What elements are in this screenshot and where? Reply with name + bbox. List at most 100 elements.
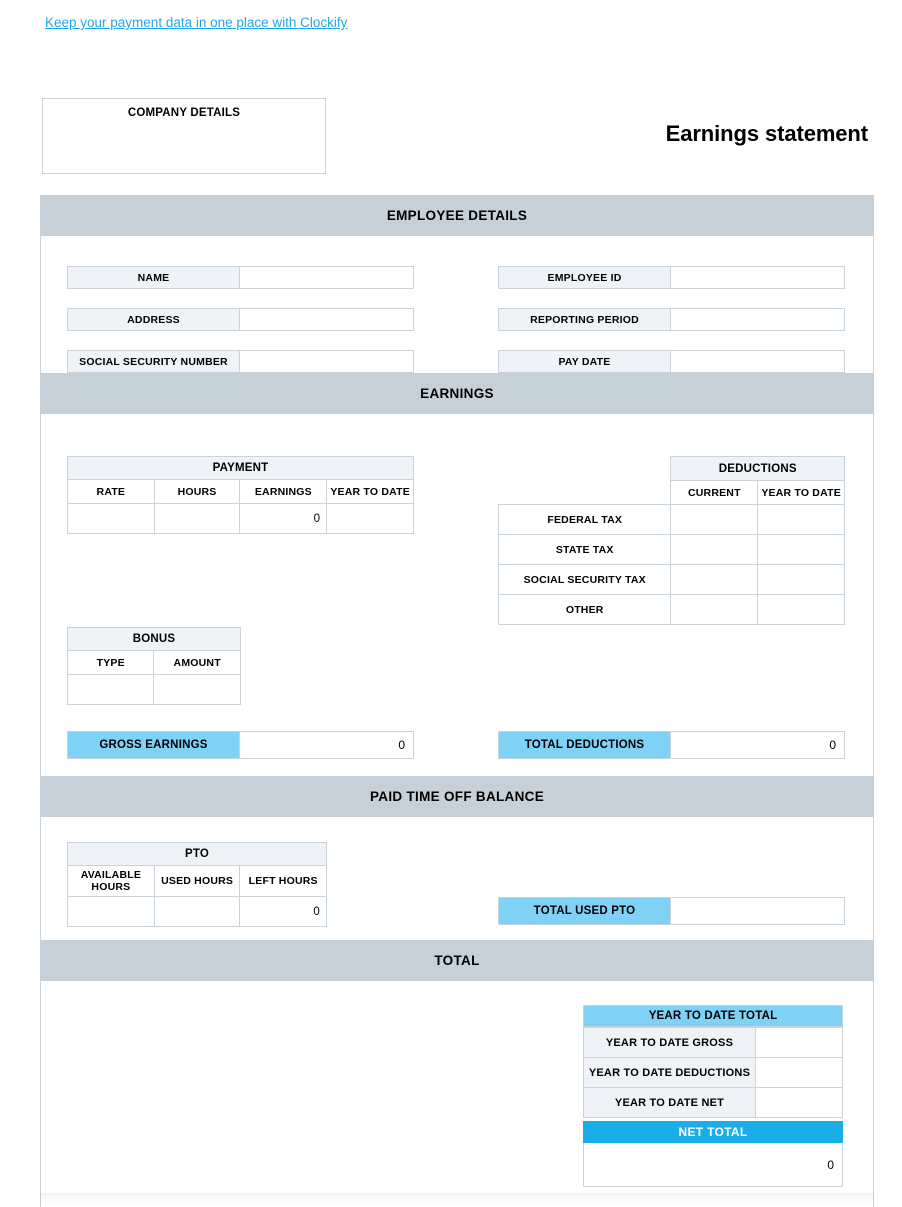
- total-used-pto-value[interactable]: [671, 897, 845, 925]
- page-title: Earnings statement: [665, 121, 868, 146]
- pto-table: PTO AVAILABLE HOURS USED HOURS LEFT HOUR…: [67, 842, 327, 927]
- gross-earnings-value[interactable]: 0: [240, 731, 414, 759]
- employee-details-body: NAME ADDRESS SOCIAL SECURITY NUMBER EMPL…: [40, 236, 874, 373]
- table-row[interactable]: 0: [67, 503, 414, 534]
- deductions-table-caption: DEDUCTIONS: [670, 456, 845, 481]
- field-employee-id-value[interactable]: [671, 266, 845, 289]
- pto-body: PTO AVAILABLE HOURS USED HOURS LEFT HOUR…: [40, 817, 874, 940]
- field-address-label: ADDRESS: [67, 308, 240, 331]
- bonus-cell-type[interactable]: [66, 674, 155, 705]
- deductions-cell-social-security-tax-ytd[interactable]: [757, 564, 845, 595]
- total-used-pto-label: TOTAL USED PTO: [498, 897, 671, 925]
- field-name-value[interactable]: [240, 266, 414, 289]
- deductions-cell-other-ytd[interactable]: [757, 594, 845, 625]
- table-row[interactable]: YEAR TO DATE DEDUCTIONS: [583, 1057, 843, 1088]
- ytd-label-gross: YEAR TO DATE GROSS: [583, 1027, 756, 1058]
- deductions-cell-federal-tax-ytd[interactable]: [757, 504, 845, 535]
- document-header: COMPANY DETAILS Earnings statement: [40, 94, 874, 195]
- pto-table-caption: PTO: [67, 842, 327, 866]
- table-row[interactable]: OTHER: [497, 594, 845, 625]
- field-pay-date[interactable]: PAY DATE: [498, 350, 845, 373]
- field-pay-date-label: PAY DATE: [498, 350, 671, 373]
- document-bottom-shadow: [40, 1193, 874, 1203]
- deductions-caption-spacer: [499, 457, 671, 481]
- payment-cell-year-to-date[interactable]: [326, 503, 414, 534]
- clockify-promo-link[interactable]: Keep your payment data in one place with…: [45, 15, 347, 30]
- ytd-value-gross[interactable]: [755, 1027, 843, 1058]
- deductions-table: DEDUCTIONS CURRENT YEAR TO DATE FEDERAL …: [497, 456, 845, 625]
- gross-earnings-label: GROSS EARNINGS: [67, 731, 240, 759]
- field-name-label: NAME: [67, 266, 240, 289]
- pto-table-header-row: AVAILABLE HOURS USED HOURS LEFT HOURS: [67, 865, 327, 897]
- year-to-date-total-table: YEAR TO DATE GROSS YEAR TO DATE DEDUCTIO…: [583, 1027, 843, 1118]
- net-total-header: NET TOTAL: [583, 1121, 843, 1143]
- field-pay-date-value[interactable]: [671, 350, 845, 373]
- field-ssn-value[interactable]: [240, 350, 414, 373]
- total-deductions-row[interactable]: TOTAL DEDUCTIONS 0: [498, 731, 845, 759]
- table-row[interactable]: FEDERAL TAX: [497, 504, 845, 535]
- pto-col-available-hours: AVAILABLE HOURS: [67, 865, 155, 897]
- table-row[interactable]: SOCIAL SECURITY TAX: [497, 564, 845, 595]
- total-deductions-value[interactable]: 0: [671, 731, 845, 759]
- deductions-row-label-other: OTHER: [497, 594, 672, 625]
- deductions-cell-social-security-tax-current[interactable]: [670, 564, 759, 595]
- field-address-value[interactable]: [240, 308, 414, 331]
- year-to-date-total-block: YEAR TO DATE TOTAL YEAR TO DATE GROSS YE…: [583, 1005, 843, 1118]
- payment-table-caption: PAYMENT: [67, 456, 414, 480]
- deductions-cell-state-tax-ytd[interactable]: [757, 534, 845, 565]
- payment-table: PAYMENT RATE HOURS EARNINGS YEAR TO DATE…: [67, 456, 414, 534]
- earnings-body: PAYMENT RATE HOURS EARNINGS YEAR TO DATE…: [40, 414, 874, 776]
- section-band-total: TOTAL: [40, 940, 874, 981]
- table-row[interactable]: YEAR TO DATE NET: [583, 1087, 843, 1118]
- payment-cell-rate[interactable]: [67, 503, 155, 534]
- deductions-row-label-social-security-tax: SOCIAL SECURITY TAX: [497, 564, 672, 595]
- company-details-box[interactable]: COMPANY DETAILS: [42, 98, 326, 174]
- bonus-cell-amount[interactable]: [153, 674, 241, 705]
- field-address[interactable]: ADDRESS: [67, 308, 414, 331]
- table-row[interactable]: YEAR TO DATE GROSS: [583, 1027, 843, 1058]
- section-band-earnings: EARNINGS: [40, 373, 874, 414]
- deductions-cell-other-current[interactable]: [670, 594, 759, 625]
- pto-col-used-hours: USED HOURS: [153, 865, 241, 897]
- field-reporting-period-label: REPORTING PERIOD: [498, 308, 671, 331]
- gross-earnings-row[interactable]: GROSS EARNINGS 0: [67, 731, 414, 759]
- table-row[interactable]: [66, 674, 241, 705]
- payment-cell-earnings[interactable]: 0: [239, 503, 328, 534]
- total-used-pto-row[interactable]: TOTAL USED PTO: [498, 897, 845, 925]
- field-employee-id-label: EMPLOYEE ID: [498, 266, 671, 289]
- deductions-col-current: CURRENT: [670, 480, 759, 505]
- deductions-cell-federal-tax-current[interactable]: [670, 504, 759, 535]
- payment-cell-hours[interactable]: [153, 503, 241, 534]
- ytd-value-deductions[interactable]: [755, 1057, 843, 1088]
- table-row[interactable]: 0: [67, 896, 327, 927]
- field-ssn[interactable]: SOCIAL SECURITY NUMBER: [67, 350, 414, 373]
- bonus-col-amount: AMOUNT: [153, 650, 241, 675]
- field-employee-id[interactable]: EMPLOYEE ID: [498, 266, 845, 289]
- deductions-row-label-federal-tax: FEDERAL TAX: [497, 504, 672, 535]
- payment-col-rate: RATE: [67, 479, 155, 504]
- ytd-value-net[interactable]: [755, 1087, 843, 1118]
- payment-table-header-row: RATE HOURS EARNINGS YEAR TO DATE: [67, 479, 414, 504]
- field-reporting-period-value[interactable]: [671, 308, 845, 331]
- field-name[interactable]: NAME: [67, 266, 414, 289]
- field-ssn-label: SOCIAL SECURITY NUMBER: [67, 350, 240, 373]
- payment-col-hours: HOURS: [153, 479, 241, 504]
- pto-col-left-hours: LEFT HOURS: [239, 865, 327, 897]
- payment-col-year-to-date: YEAR TO DATE: [326, 479, 414, 504]
- bonus-table: BONUS TYPE AMOUNT: [66, 627, 241, 705]
- pto-cell-used-hours[interactable]: [153, 896, 241, 927]
- pto-cell-left-hours[interactable]: 0: [239, 896, 327, 927]
- deductions-col-year-to-date: YEAR TO DATE: [757, 480, 845, 505]
- deductions-cell-state-tax-current[interactable]: [670, 534, 759, 565]
- section-band-employee-details: EMPLOYEE DETAILS: [40, 195, 874, 236]
- deductions-row-label-state-tax: STATE TAX: [497, 534, 672, 565]
- net-total-block: NET TOTAL 0: [583, 1121, 843, 1187]
- table-row[interactable]: STATE TAX: [497, 534, 845, 565]
- company-details-label: COMPANY DETAILS: [127, 107, 241, 119]
- net-total-value[interactable]: 0: [583, 1143, 843, 1187]
- earnings-statement-document: COMPANY DETAILS Earnings statement EMPLO…: [40, 94, 874, 1207]
- field-reporting-period[interactable]: REPORTING PERIOD: [498, 308, 845, 331]
- ytd-label-deductions: YEAR TO DATE DEDUCTIONS: [583, 1057, 756, 1088]
- bonus-col-type: TYPE: [66, 650, 155, 675]
- pto-cell-available-hours[interactable]: [67, 896, 155, 927]
